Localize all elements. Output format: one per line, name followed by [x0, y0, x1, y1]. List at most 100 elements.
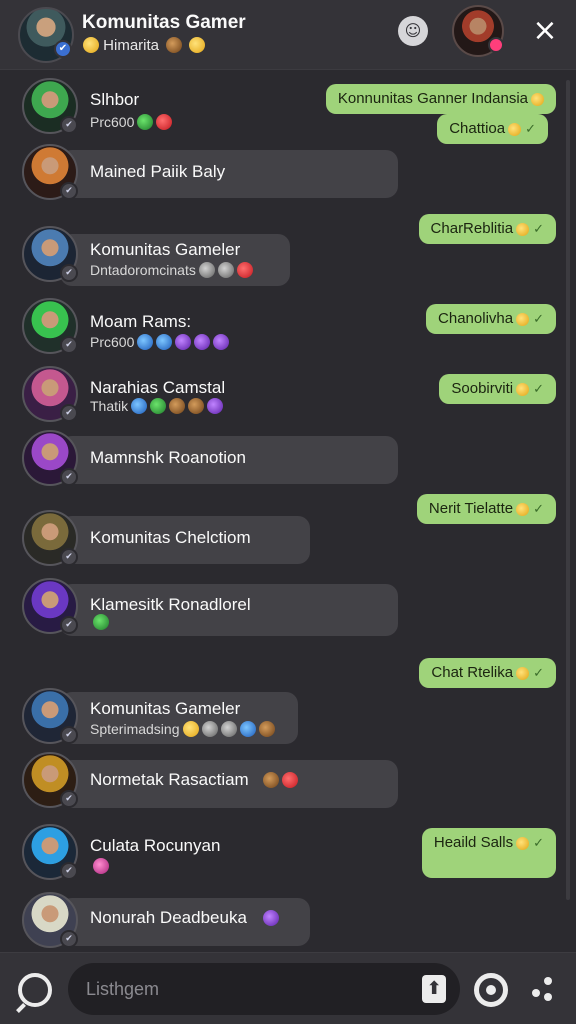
- member-name: Komunitas Chelctiom: [90, 528, 251, 547]
- member-avatar[interactable]: ✔: [22, 366, 78, 422]
- member-name: Normetak Rasactiam: [90, 770, 249, 789]
- member-avatar[interactable]: ✔: [22, 78, 78, 134]
- outgoing-message-text: CharReblitia: [430, 220, 514, 237]
- emoji-icon: [516, 383, 530, 396]
- member-avatar[interactable]: ✔: [22, 824, 78, 880]
- verified-icon: ✔: [54, 40, 72, 58]
- user-avatar[interactable]: [452, 5, 504, 57]
- input-bar: ⬆: [0, 952, 576, 1024]
- member-avatar[interactable]: ✔: [22, 430, 78, 486]
- brown-emoji-icon: [263, 772, 279, 788]
- member-subtitle-text: Thatik: [90, 398, 129, 414]
- member-badge-icon: ✔: [60, 548, 78, 566]
- green-emoji-icon: [137, 114, 154, 130]
- outgoing-message-text: Soobirviti: [451, 380, 514, 397]
- member-badge-icon: ✔: [60, 726, 78, 744]
- blue-emoji-icon: [131, 398, 148, 414]
- member-badge-icon: ✔: [60, 468, 78, 486]
- outgoing-message-bubble[interactable]: CharReblitia ✓: [418, 214, 556, 244]
- upload-icon[interactable]: ⬆: [422, 975, 446, 1003]
- chat-header: ✔ Komunitas Gamer Himarita ☺ ×: [0, 0, 576, 70]
- purple-emoji-icon: [207, 398, 224, 414]
- more-dot: [532, 989, 540, 997]
- outgoing-message-bubble[interactable]: Chanolivha ✓: [426, 304, 556, 334]
- outgoing-message-text: Heaild Salls: [433, 834, 514, 851]
- member-avatar[interactable]: ✔: [22, 510, 78, 566]
- yellow-emoji-icon: [182, 721, 199, 737]
- member-badge-icon: ✔: [60, 930, 78, 948]
- member-name: Klamesitk Ronadlorel: [90, 595, 251, 614]
- outgoing-message-bubble[interactable]: Heaild Salls ✓: [421, 828, 556, 878]
- outgoing-message-bubble[interactable]: Soobirviti ✓: [439, 374, 556, 404]
- brown-emoji-icon: [188, 398, 205, 414]
- green-emoji-icon: [150, 398, 167, 414]
- message-input[interactable]: [68, 963, 460, 1015]
- outgoing-message-bubble[interactable]: Nerit Tielatte ✓: [416, 494, 556, 524]
- member-subtitle: Spterimadsing: [90, 721, 275, 737]
- member-badge-icon: ✔: [60, 336, 78, 354]
- outgoing-message-bubble[interactable]: Chattioa ✓: [437, 114, 548, 144]
- blue-emoji-icon: [137, 334, 154, 350]
- member-subtitle-text: Spterimadsing: [90, 721, 180, 737]
- brown-emoji-icon: [258, 721, 275, 737]
- more-icon[interactable]: [530, 977, 554, 1003]
- emoji-icon: [516, 503, 530, 516]
- emoji-icon: [531, 93, 544, 106]
- member-avatar[interactable]: ✔: [22, 144, 78, 200]
- outgoing-message-bubble[interactable]: Konnunitas Ganner Indansia: [325, 84, 556, 114]
- read-check-icon: ✓: [525, 121, 536, 136]
- pink-emoji-icon: [93, 858, 109, 874]
- read-check-icon: ✓: [533, 221, 544, 236]
- chat-subtitle: Himarita: [80, 37, 206, 54]
- brown-emoji-icon: [169, 398, 186, 414]
- refresh-icon[interactable]: [474, 973, 508, 1007]
- red-emoji-icon: [156, 114, 173, 130]
- smile-emoji-icon: [83, 37, 99, 53]
- search-icon[interactable]: [18, 973, 52, 1007]
- outgoing-message-text: Chattioa: [449, 120, 506, 137]
- purple-emoji-icon: [194, 334, 211, 350]
- laugh-emoji-icon: [189, 37, 206, 53]
- outgoing-message-text: Nerit Tielatte: [428, 500, 514, 517]
- read-check-icon: ✓: [533, 665, 544, 680]
- gray-emoji-icon: [198, 262, 215, 278]
- red-emoji-icon: [236, 262, 253, 278]
- emoji-icon: [516, 223, 530, 236]
- gray-emoji-icon: [217, 262, 234, 278]
- outgoing-message-text: Konnunitas Ganner Indansia: [337, 90, 528, 107]
- member-subtitle: [90, 858, 109, 874]
- member-badge-icon: ✔: [60, 264, 78, 282]
- member-subtitle: Thatik: [90, 398, 224, 414]
- emoji-icon: [516, 313, 530, 326]
- member-avatar[interactable]: ✔: [22, 688, 78, 744]
- member-name: Narahias Camstal: [90, 378, 226, 397]
- chat-subtitle-text: Himarita: [103, 37, 160, 54]
- member-badge-icon: ✔: [60, 790, 78, 808]
- gamer-emoji-icon: [166, 37, 183, 53]
- member-avatar[interactable]: ✔: [22, 752, 78, 808]
- chat-bubble-icon[interactable]: ☺: [398, 16, 428, 46]
- member-avatar[interactable]: ✔: [22, 578, 78, 634]
- member-avatar[interactable]: ✔: [22, 226, 78, 282]
- read-check-icon: ✓: [533, 835, 544, 850]
- read-check-icon: ✓: [533, 381, 544, 396]
- member-subtitle: [90, 614, 109, 630]
- more-dot: [544, 993, 552, 1001]
- outgoing-message-bubble[interactable]: Chat Rtelika ✓: [419, 658, 556, 688]
- member-badge-icon: ✔: [60, 862, 78, 880]
- blue-emoji-icon: [239, 721, 256, 737]
- green-emoji-icon: [93, 614, 109, 630]
- member-name: Culata Rocunyan: [90, 836, 221, 855]
- purple-emoji-icon: [263, 910, 279, 926]
- purple-emoji-icon: [175, 334, 192, 350]
- member-avatar[interactable]: ✔: [22, 892, 78, 948]
- member-emojis: [260, 910, 279, 926]
- read-check-icon: ✓: [533, 501, 544, 516]
- member-subtitle-text: Dntadoromcinats: [90, 262, 196, 278]
- member-avatar[interactable]: ✔: [22, 298, 78, 354]
- outgoing-message-text: Chanolivha: [438, 310, 514, 327]
- member-badge-icon: ✔: [60, 182, 78, 200]
- member-subtitle-text: Prc600: [90, 334, 135, 350]
- scrollbar[interactable]: [566, 80, 570, 900]
- close-button[interactable]: ×: [528, 14, 562, 48]
